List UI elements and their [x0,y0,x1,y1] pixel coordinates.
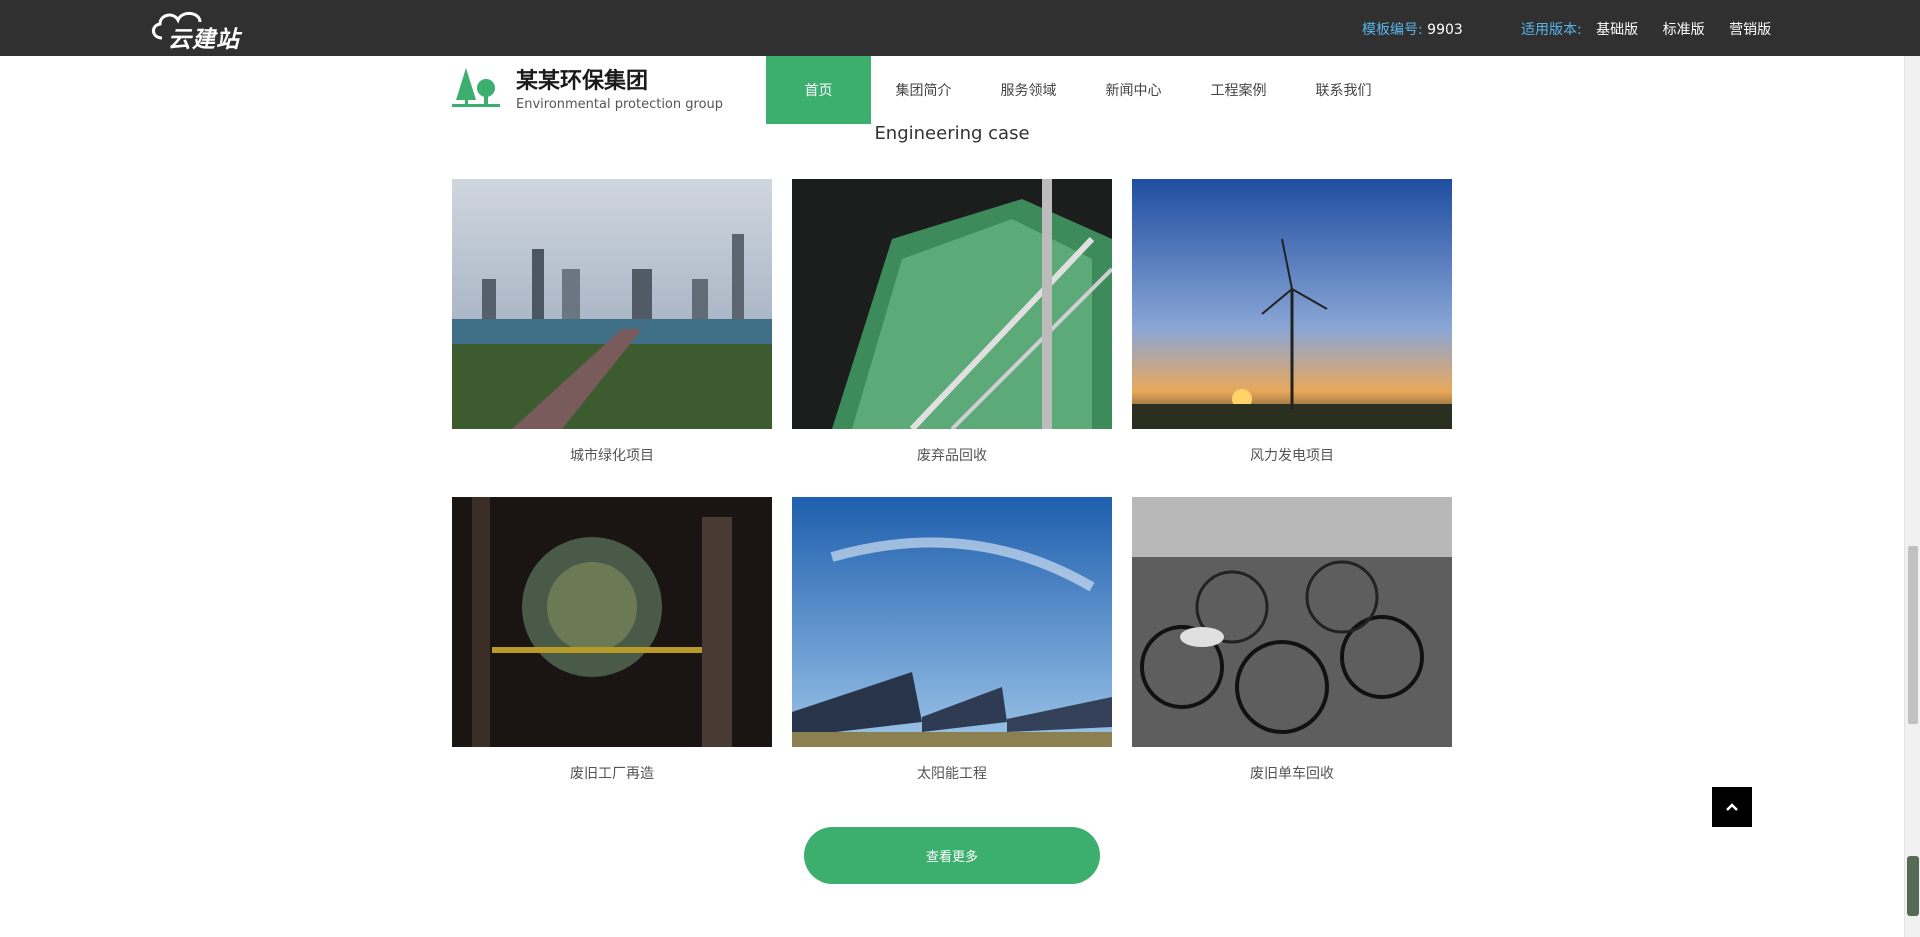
scrollbar[interactable] [1904,56,1920,937]
version-label: 适用版本: [1521,22,1582,38]
case-image-solar[interactable] [792,497,1112,747]
section-title: Engineering case [874,123,1030,144]
case-caption[interactable]: 风力发电项目 [1132,445,1452,465]
case-card[interactable]: 废旧工厂再造 [452,497,772,782]
case-image-bottles[interactable] [792,179,1112,429]
case-image-city[interactable] [452,179,772,429]
back-to-top-button[interactable] [1712,787,1752,827]
nav-news[interactable]: 新闻中心 [1081,56,1186,124]
version-standard-link[interactable]: 标准版 [1663,19,1705,39]
chevron-up-icon [1726,803,1738,811]
case-caption[interactable]: 废弃品回收 [792,445,1112,465]
case-image-factory[interactable] [452,497,772,747]
brand-subtitle: Environmental protection group [516,97,724,112]
template-value: 9903 [1427,22,1463,38]
top-bar: 云建站 模板编号: 9903 适用版本: 基础版 标准版 营销版 [0,0,1920,56]
case-card[interactable]: 废弃品回收 [792,179,1112,464]
nav-about[interactable]: 集团简介 [871,56,976,124]
nav-services[interactable]: 服务领域 [976,56,1081,124]
nav-home[interactable]: 首页 [766,56,871,124]
version-basic-link[interactable]: 基础版 [1596,19,1638,39]
version-marketing-link[interactable]: 营销版 [1729,19,1771,39]
view-more-button[interactable]: 查看更多 [804,827,1100,884]
case-caption[interactable]: 太阳能工程 [792,763,1112,783]
version-links: 适用版本: 基础版 标准版 营销版 [1521,19,1771,39]
case-card[interactable]: 废旧单车回收 [1132,497,1452,782]
nav-contact[interactable]: 联系我们 [1291,56,1396,124]
side-widget-icon[interactable] [1907,856,1919,916]
case-card[interactable]: 风力发电项目 [1132,179,1452,464]
case-caption[interactable]: 废旧单车回收 [1132,763,1452,783]
template-label: 模板编号: [1362,22,1423,38]
main-nav: 首页 集团简介 服务领域 新闻中心 工程案例 联系我们 [766,56,1396,124]
brand-name: 某某环保集团 [516,69,649,94]
scrollbar-thumb[interactable] [1908,546,1918,724]
case-card[interactable]: 太阳能工程 [792,497,1112,782]
template-number: 模板编号: 9903 [1362,19,1463,39]
case-caption[interactable]: 城市绿化项目 [452,445,772,465]
logo-text[interactable]: 云建站 [168,20,240,54]
case-image-bicycles[interactable] [1132,497,1452,747]
case-image-wind[interactable] [1132,179,1452,429]
case-card[interactable]: 城市绿化项目 [452,179,772,464]
tree-logo-icon [452,68,500,107]
nav-cases[interactable]: 工程案例 [1186,56,1291,124]
case-caption[interactable]: 废旧工厂再造 [452,763,772,783]
